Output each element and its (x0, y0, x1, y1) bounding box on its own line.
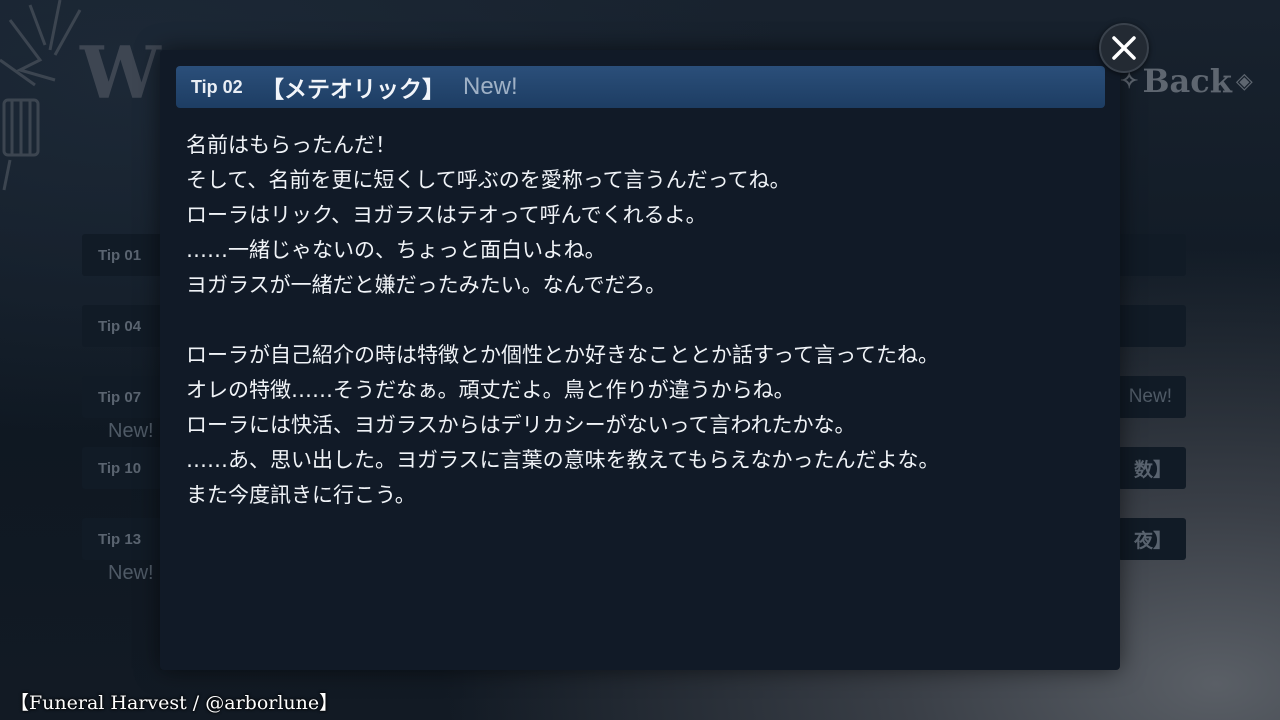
tip-item-06[interactable] (1118, 305, 1186, 347)
new-badge: New! (108, 562, 154, 584)
tip-title: 【メテオリック】 (261, 77, 445, 103)
close-button[interactable] (1099, 23, 1149, 73)
back-button[interactable]: ✧ Back ◈ (1120, 62, 1253, 100)
body-line: ローラはリック、ヨガラスはテオって呼んでくれるよ。 (186, 203, 707, 227)
body-line: ローラが自己紹介の時は特徴とか個性とか好きなこととか話すって言ってたね。 (186, 343, 940, 367)
body-line: ローラには快活、ヨガラスからはデリカシーがないって言われたかな。 (186, 413, 856, 437)
body-line: また今度訊きに行こう。 (186, 483, 416, 507)
tip-number: Tip 02 (191, 76, 243, 97)
game-screen: W ✧ Back ◈ Tip 01 Tip 04 Tip 07 New! New… (0, 0, 1280, 720)
credit-caption: 【Funeral Harvest / @arborlune】 (10, 692, 339, 714)
body-line: そして、名前を更に短くして呼ぶのを愛称って言うんだってね。 (186, 168, 791, 192)
close-icon (1112, 36, 1136, 60)
new-badge: New! (108, 420, 154, 442)
tip-header: Tip 02 【メテオリック】 New! (176, 66, 1105, 108)
tip-item-04[interactable]: Tip 04 (82, 305, 162, 347)
body-line: ヨガラスが一緒だと嫌だったみたい。なんでだろ。 (186, 273, 667, 297)
body-line: オレの特徴……そうだなぁ。頑丈だよ。鳥と作りが違うからね。 (186, 378, 795, 402)
body-line: 名前はもらったんだ！ (186, 133, 396, 157)
tip-detail-modal: Tip 02 【メテオリック】 New! 名前はもらったんだ！ そして、名前を更… (160, 50, 1120, 670)
wing-emblem-icon (0, 0, 82, 191)
tip-item-01[interactable]: Tip 01 (82, 234, 162, 276)
tip-item-13[interactable]: Tip 13 (82, 518, 162, 560)
body-line (186, 303, 1096, 338)
back-label: Back (1142, 62, 1232, 100)
tip-item-12[interactable]: 数】 (1118, 447, 1186, 489)
tip-item-09[interactable]: New! (1118, 376, 1186, 418)
tip-item-10[interactable]: Tip 10 (82, 447, 162, 489)
tip-body-text: 名前はもらったんだ！ そして、名前を更に短くして呼ぶのを愛称って言うんだってね。… (186, 128, 1096, 648)
body-line: ……あ、思い出した。ヨガラスに言葉の意味を教えてもらえなかったんだよな。 (186, 448, 940, 472)
background-title: W (80, 30, 163, 115)
tip-item-03[interactable] (1118, 234, 1186, 276)
tip-item-15[interactable]: 夜】 (1118, 518, 1186, 560)
ornament-icon: ◈ (1235, 68, 1253, 94)
new-badge: New! (463, 73, 518, 100)
tip-item-07[interactable]: Tip 07 (82, 376, 162, 418)
body-line: ……一緒じゃないの、ちょっと面白いよね。 (186, 238, 606, 262)
